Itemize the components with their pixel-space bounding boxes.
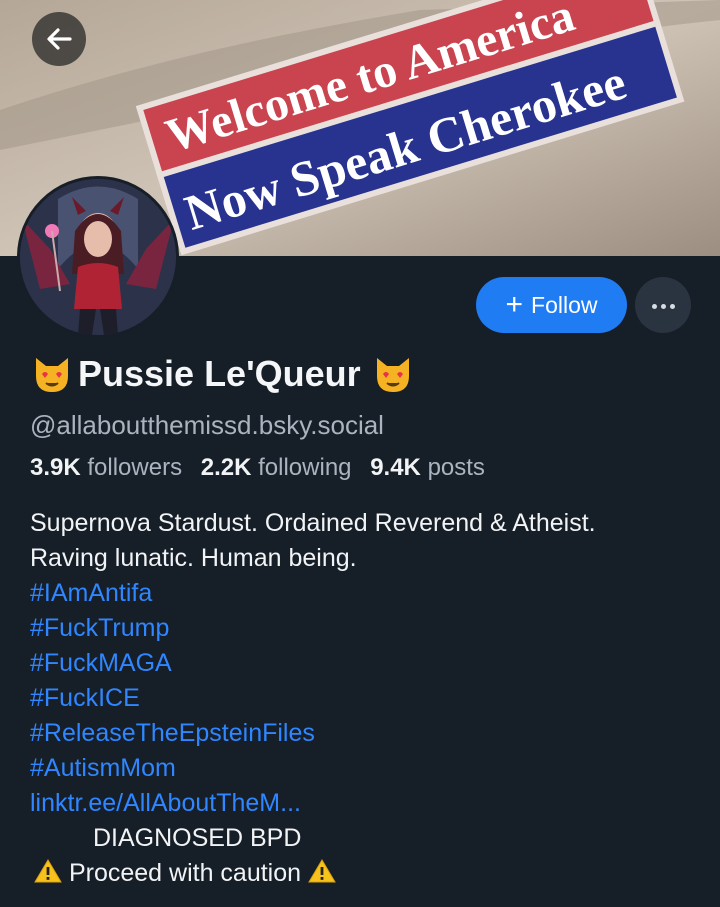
- followers-stat[interactable]: 3.9K followers: [30, 454, 201, 481]
- profile-bio: Supernova Stardust. Ordained Reverend & …: [30, 506, 710, 891]
- hashtag-link[interactable]: #AutismMom: [30, 751, 710, 786]
- follow-label: Follow: [531, 291, 598, 318]
- warning-icon: [308, 859, 336, 883]
- posts-label: posts: [427, 454, 485, 481]
- bio-caution: Proceed with caution: [30, 856, 710, 891]
- follow-button[interactable]: + Follow: [476, 277, 627, 333]
- display-name: Pussie Le'Queur: [30, 352, 415, 396]
- hashtag-link[interactable]: #FuckTrump: [30, 611, 710, 646]
- bio-diagnosis: DIAGNOSED BPD: [93, 824, 302, 852]
- plus-icon: +: [505, 288, 524, 321]
- following-stat[interactable]: 2.2K following: [201, 454, 370, 481]
- profile-stats: 3.9K followers 2.2K following 9.4K posts: [30, 454, 497, 482]
- display-name-text: Pussie Le'Queur: [78, 353, 361, 394]
- followers-count: 3.9K: [30, 454, 81, 481]
- heart-eyes-cat-icon: [36, 358, 68, 392]
- hashtag-link[interactable]: #ReleaseTheEpsteinFiles: [30, 716, 710, 751]
- external-link[interactable]: linktr.ee/AllAboutTheM...: [30, 786, 710, 821]
- hashtag-link[interactable]: #FuckMAGA: [30, 646, 710, 681]
- hashtag-link[interactable]: #IAmAntifa: [30, 576, 710, 611]
- following-count: 2.2K: [200, 454, 252, 481]
- avatar[interactable]: [17, 176, 179, 338]
- ellipsis-icon: [650, 296, 677, 314]
- posts-stat: 9.4K posts: [370, 454, 497, 481]
- profile-handle: @allaboutthemissd.bsky.social: [30, 410, 384, 440]
- warning-icon: [34, 859, 62, 883]
- posts-count: 9.4K: [370, 454, 421, 481]
- avatar-image: [20, 179, 176, 335]
- back-button[interactable]: [32, 12, 86, 66]
- bio-line: Supernova Stardust. Ordained Reverend & …: [30, 509, 596, 537]
- bio-line: Raving lunatic. Human being.: [30, 544, 357, 572]
- arrow-left-icon: [47, 28, 72, 50]
- following-label: following: [258, 454, 352, 481]
- heart-eyes-cat-icon: [376, 358, 409, 392]
- caution-text: Proceed with caution: [68, 859, 302, 887]
- more-options-button[interactable]: [635, 277, 691, 333]
- followers-label: followers: [87, 454, 183, 481]
- hashtag-link[interactable]: #FuckICE: [30, 681, 710, 716]
